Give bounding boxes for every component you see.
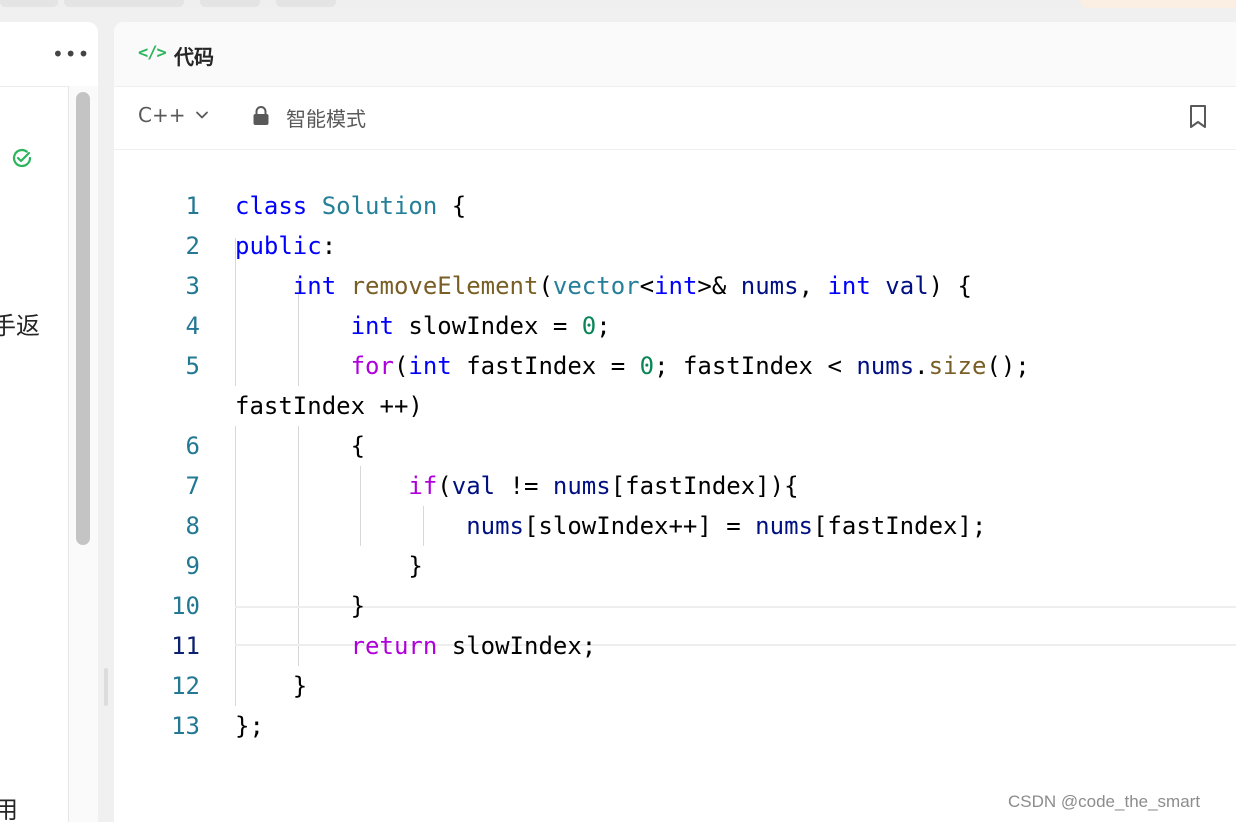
code-text: class Solution { [235,192,467,220]
code-text: } [235,592,366,620]
line-number: 2 [185,232,200,260]
code-text: }; [235,712,264,740]
code-line: 9 } [114,546,1236,586]
top-tab[interactable] [0,0,58,7]
code-text: } [235,672,308,700]
line-number: 12 [171,672,200,700]
code-line: 8 nums[slowIndex++] = nums[fastIndex]; [114,506,1236,546]
line-number: 11 [171,632,200,660]
code-line: 7 if(val != nums[fastIndex]){ [114,466,1236,506]
code-text: } [235,552,423,580]
code-line: 13 }; [114,706,1236,746]
code-line-active: 11 return slowIndex; [114,626,1236,666]
line-number: 4 [185,312,200,340]
top-tab[interactable] [200,0,260,7]
code-line-wrapped: fastIndex ++) [114,386,1236,426]
code-text: return slowIndex; [350,632,597,660]
code-line: 1 class Solution { [114,186,1236,226]
editor-toolbar: C++ 智能模式 [114,86,1236,150]
top-accent [1080,0,1236,8]
top-tab[interactable] [276,0,336,7]
code-panel: </> 代码 C++ 智能模式 1 class Solution {2 pub… [114,22,1236,822]
line-number: 8 [185,512,200,540]
smart-mode-toggle[interactable]: 智能模式 [286,103,366,132]
top-tab-strip [0,0,1236,8]
code-text: fastIndex ++) [235,392,423,420]
line-number: 10 [171,592,200,620]
top-tab[interactable] [64,0,184,7]
code-line: 4 int slowIndex = 0; [114,306,1236,346]
code-text: for(int fastIndex = 0; fastIndex < nums.… [350,352,1030,380]
code-text: int slowIndex = 0; [350,312,611,340]
code-line: 2 public: [114,226,1236,266]
code-line: 6 { [114,426,1236,466]
line-number: 7 [185,472,200,500]
panel-resize-handle[interactable] [104,668,108,706]
bookmark-icon[interactable] [1188,104,1208,130]
code-line: 12 } [114,666,1236,706]
line-number: 9 [185,552,200,580]
code-icon: </> [138,43,167,63]
code-line: 5 for(int fastIndex = 0; fastIndex < num… [114,346,1236,386]
language-label: C++ [138,103,186,127]
more-options-icon[interactable]: ••• [52,42,90,66]
language-selector[interactable]: C++ [138,103,209,127]
description-text-fragment: 用 [0,796,18,822]
code-text: { [235,432,366,460]
line-number: 6 [185,432,200,460]
watermark: CSDN @code_the_smart [1008,792,1201,811]
description-text-fragment: 手返 [0,312,40,340]
line-number: 3 [185,272,200,300]
scrollbar-thumb[interactable] [76,92,90,545]
line-number: 5 [185,352,200,380]
code-text: if(val != nums[fastIndex]){ [408,472,799,500]
lock-icon [253,106,269,125]
code-editor[interactable]: 1 class Solution { 2 public: 3 int remov… [114,150,1236,822]
accepted-check-icon [12,148,32,168]
code-text: public: [235,232,337,260]
line-number: 1 [185,192,200,220]
line-number: 13 [171,712,200,740]
code-text: nums[slowIndex++] = nums[fastIndex]; [466,512,987,540]
code-line: 3 int removeElement(vector<int>& nums, i… [114,266,1236,306]
code-panel-title: 代码 [174,45,214,69]
code-text: int removeElement(vector<int>& nums, int… [292,272,973,300]
description-panel: ••• 手返 用 [0,22,98,822]
code-panel-header: </> 代码 [114,22,1236,87]
code-line: 10 } [114,586,1236,626]
description-panel-header: ••• [0,22,98,87]
chevron-down-icon [196,111,209,119]
